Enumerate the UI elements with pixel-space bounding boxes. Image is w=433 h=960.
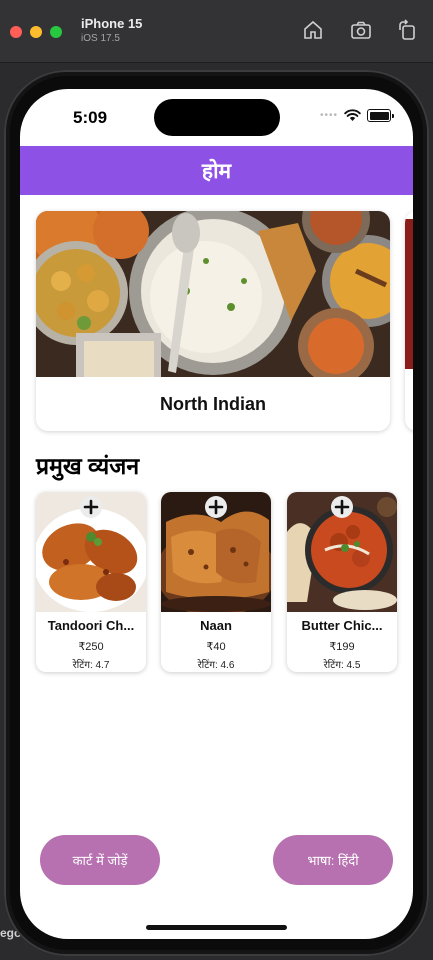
plus-icon [208,499,224,515]
add-to-cart-button[interactable]: कार्ट में जोड़ें [40,835,160,885]
close-window-button[interactable] [10,26,22,38]
add-dish-button[interactable] [205,496,227,518]
page-title: होम [20,146,413,195]
dish-rating: रेटिंग: 4.6 [197,660,235,671]
status-time: 5:09 [73,108,108,127]
dish-card-naan[interactable]: Naan ₹40 रेटिंग: 4.6 [161,492,271,672]
language-toggle-button[interactable]: भाषा: हिंदी [273,835,393,885]
dish-card-tandoori-chicken[interactable]: Tandoori Ch... ₹250 रेटिंग: 4.7 [36,492,146,672]
dish-card-butter-chicken[interactable]: Butter Chic... ₹199 रेटिंग: 4.5 [287,492,397,672]
category-card-next[interactable] [405,211,413,431]
app-screen: 5:09 •••• होम North Indian प्रमुख व्यंजन… [20,89,413,939]
dish-price: ₹199 [329,641,355,653]
device-name: iPhone 15 [81,16,143,31]
dish-rating: रेटिंग: 4.7 [72,660,110,671]
category-image [405,211,413,377]
phone-frame: 5:09 •••• होम North Indian प्रमुख व्यंजन… [4,70,429,956]
category-card-north-indian[interactable]: North Indian [36,211,390,431]
add-dish-button[interactable] [80,496,102,518]
north-indian-thali-image [36,211,390,377]
battery-icon [367,109,394,122]
minimize-window-button[interactable] [30,26,42,38]
category-label: North Indian [160,393,266,414]
zoom-window-button[interactable] [50,26,62,38]
dish-name: Tandoori Ch... [47,618,135,633]
rotate-icon[interactable] [395,18,419,42]
dish-rating: रेटिंग: 4.5 [323,660,361,671]
home-indicator[interactable] [146,925,287,930]
simulator-title-bar: iPhone 15 iOS 17.5 [0,0,433,63]
dish-price: ₹40 [206,641,226,653]
add-dish-button[interactable] [331,496,353,518]
cellular-signal-icon: •••• [319,110,338,121]
dish-name: Butter Chic... [301,618,383,633]
section-title: प्रमुख व्यंजन [36,453,140,479]
screenshot-icon[interactable] [349,18,373,42]
home-icon[interactable] [301,18,325,42]
dynamic-island [154,99,280,136]
status-icons: •••• [319,109,394,122]
plus-icon [83,499,99,515]
wifi-icon [344,109,361,121]
dish-price: ₹250 [78,641,104,653]
plus-icon [334,499,350,515]
dish-name: Naan [200,618,232,633]
os-version: iOS 17.5 [81,33,120,44]
